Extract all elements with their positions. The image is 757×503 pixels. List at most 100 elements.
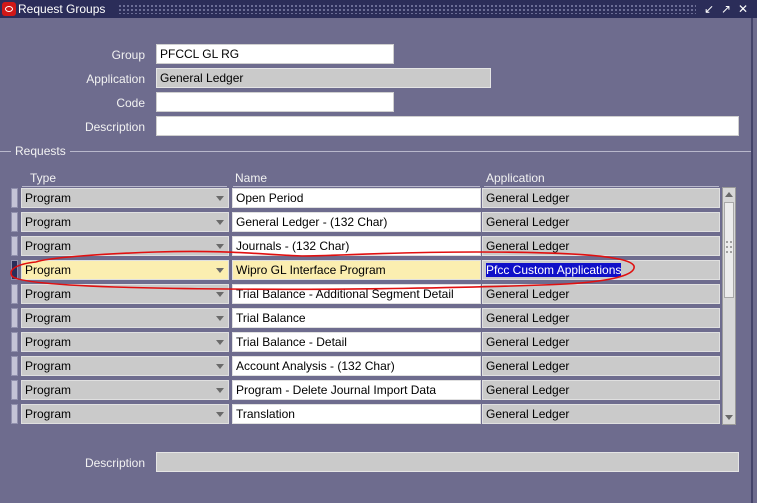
row-indicator[interactable]	[11, 356, 18, 376]
request-application-field[interactable]: General Ledger	[482, 188, 720, 208]
application-header-underline	[484, 186, 719, 187]
request-type-value: Program	[25, 215, 72, 229]
group-label: Group	[111, 48, 145, 62]
row-indicator[interactable]	[11, 284, 18, 304]
application-text: General Ledger	[486, 359, 570, 373]
application-text: General Ledger	[486, 383, 570, 397]
chevron-down-icon[interactable]	[216, 340, 224, 345]
request-type-value: Program	[25, 335, 72, 349]
request-application-field[interactable]: General Ledger	[482, 356, 720, 376]
window-title: Request Groups	[18, 2, 106, 16]
code-field[interactable]	[156, 92, 394, 112]
request-name-field[interactable]: Trial Balance - Detail	[232, 332, 481, 352]
request-name-field[interactable]: Account Analysis - (132 Char)	[232, 356, 481, 376]
row-indicator[interactable]	[11, 260, 18, 280]
chevron-down-icon[interactable]	[216, 268, 224, 273]
request-type-value: Program	[25, 287, 72, 301]
chevron-down-icon[interactable]	[216, 196, 224, 201]
request-type-select[interactable]: Program	[21, 284, 229, 304]
request-type-select[interactable]: Program	[21, 236, 229, 256]
request-name-field[interactable]: Translation	[232, 404, 481, 424]
requests-group-divider	[0, 151, 751, 152]
request-application-field[interactable]: General Ledger	[482, 284, 720, 304]
request-application-field[interactable]: General Ledger	[482, 380, 720, 400]
application-field[interactable]: General Ledger	[156, 68, 491, 88]
request-type-select[interactable]: Program	[21, 188, 229, 208]
request-application-field[interactable]: General Ledger	[482, 404, 720, 424]
application-text: General Ledger	[486, 191, 570, 205]
chevron-down-icon[interactable]	[216, 244, 224, 249]
request-type-value: Program	[25, 191, 72, 205]
application-text: General Ledger	[486, 335, 570, 349]
request-name-field[interactable]: Journals - (132 Char)	[232, 236, 481, 256]
request-type-value: Program	[25, 239, 72, 253]
application-text: General Ledger	[486, 287, 570, 301]
request-type-value: Program	[25, 407, 72, 421]
row-indicator[interactable]	[11, 332, 18, 352]
column-header-name: Name	[235, 171, 268, 185]
request-application-field[interactable]: Pfcc Custom Applications	[482, 260, 720, 280]
request-type-select[interactable]: Program	[21, 404, 229, 424]
request-application-field[interactable]: General Ledger	[482, 308, 720, 328]
name-header-underline	[233, 186, 480, 187]
scrollbar-thumb[interactable]	[724, 202, 734, 298]
row-indicator[interactable]	[11, 308, 18, 328]
chevron-down-icon[interactable]	[216, 388, 224, 393]
request-type-select[interactable]: Program	[21, 260, 229, 280]
request-application-field[interactable]: General Ledger	[482, 236, 720, 256]
chevron-down-icon[interactable]	[216, 292, 224, 297]
chevron-down-icon[interactable]	[216, 220, 224, 225]
selected-application-text: Pfcc Custom Applications	[486, 263, 622, 277]
application-text: General Ledger	[486, 311, 570, 325]
group-field[interactable]: PFCCL GL RG	[156, 44, 394, 64]
chevron-down-icon[interactable]	[216, 364, 224, 369]
close-icon[interactable]: ✕	[737, 2, 749, 16]
request-type-value: Program	[25, 383, 72, 397]
application-label: Application	[86, 72, 145, 86]
request-type-select[interactable]: Program	[21, 356, 229, 376]
code-label: Code	[116, 96, 145, 110]
request-application-field[interactable]: General Ledger	[482, 332, 720, 352]
row-indicator[interactable]	[11, 212, 18, 232]
requests-section-label: Requests	[11, 144, 70, 158]
request-name-field[interactable]: Open Period	[232, 188, 481, 208]
column-header-application: Application	[486, 171, 545, 185]
row-indicator[interactable]	[11, 188, 18, 208]
chevron-down-icon[interactable]	[216, 412, 224, 417]
application-text: General Ledger	[486, 239, 570, 253]
request-name-field[interactable]: Trial Balance - Additional Segment Detai…	[232, 284, 481, 304]
request-name-field[interactable]: Program - Delete Journal Import Data	[232, 380, 481, 400]
request-type-value: Program	[25, 311, 72, 325]
scroll-down-icon[interactable]	[723, 411, 735, 424]
footer-description-field[interactable]	[156, 452, 739, 472]
oracle-app-icon	[2, 2, 16, 16]
request-type-select[interactable]: Program	[21, 380, 229, 400]
requests-scrollbar[interactable]	[722, 187, 736, 425]
type-header-underline	[22, 186, 227, 187]
titlebar-pattern	[118, 4, 696, 14]
chevron-down-icon[interactable]	[216, 316, 224, 321]
scroll-up-icon[interactable]	[723, 188, 735, 201]
row-indicator[interactable]	[11, 404, 18, 424]
row-indicator[interactable]	[11, 236, 18, 256]
request-name-field[interactable]: General Ledger - (132 Char)	[232, 212, 481, 232]
request-type-select[interactable]: Program	[21, 308, 229, 328]
request-application-field[interactable]: General Ledger	[482, 212, 720, 232]
grip-icon	[726, 241, 732, 253]
footer-description-label: Description	[84, 456, 145, 470]
request-name-field[interactable]: Wipro GL Interface Program	[232, 260, 481, 280]
request-type-value: Program	[25, 263, 72, 277]
request-name-field[interactable]: Trial Balance	[232, 308, 481, 328]
application-text: General Ledger	[486, 215, 570, 229]
maximize-icon[interactable]: ↗	[720, 2, 732, 16]
restore-down-icon[interactable]: ↙	[703, 2, 715, 16]
description-field[interactable]	[156, 116, 739, 136]
request-type-value: Program	[25, 359, 72, 373]
description-label: Description	[84, 120, 145, 134]
application-text: General Ledger	[486, 407, 570, 421]
window-titlebar[interactable]: Request Groups ↙ ↗ ✕	[0, 0, 757, 18]
request-type-select[interactable]: Program	[21, 212, 229, 232]
request-type-select[interactable]: Program	[21, 332, 229, 352]
row-indicator[interactable]	[11, 380, 18, 400]
column-header-type: Type	[30, 171, 57, 185]
